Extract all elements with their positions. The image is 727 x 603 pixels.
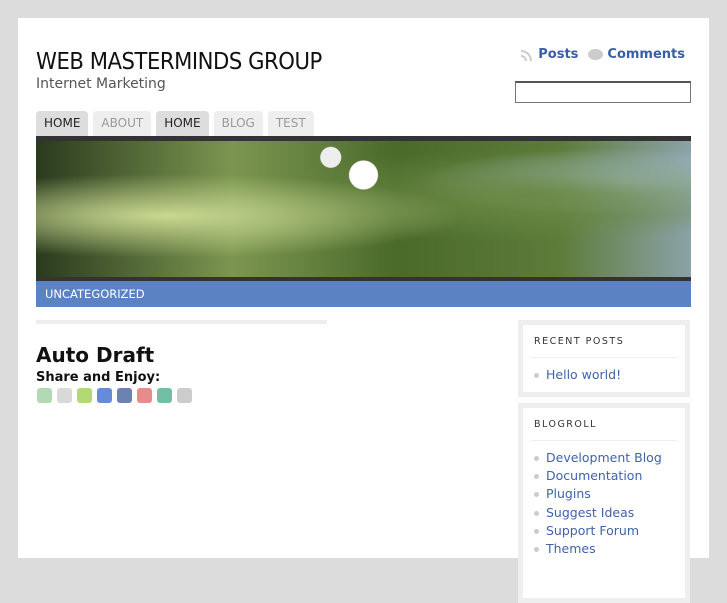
recent-post-link[interactable]: Hello world! [531,366,677,384]
blogroll-link[interactable]: Development Blog [531,449,677,467]
info-icon[interactable] [177,388,192,403]
print-icon[interactable] [37,388,52,403]
sphinn-icon[interactable] [77,388,92,403]
nav-about[interactable]: ABOUT [93,111,152,136]
widget-title: RECENT POSTS [531,333,677,358]
feed-links: Posts Comments [521,47,685,62]
search-input[interactable] [515,81,691,103]
blogroll-link[interactable]: Plugins [531,485,677,503]
widget-title: BLOGROLL [531,416,677,441]
comments-feed-label: Comments [607,47,685,62]
share-label: Share and Enjoy: [36,370,161,385]
main-nav: HOME ABOUT HOME BLOG TEST [36,111,314,136]
share-icons [37,388,192,403]
blogroll-link[interactable]: Documentation [531,467,677,485]
rss-icon [521,48,534,61]
posts-feed-label: Posts [538,47,579,62]
nav-test[interactable]: TEST [267,111,314,136]
header-image [36,136,691,281]
google-icon[interactable] [157,388,172,403]
post-title[interactable]: Auto Draft [36,343,154,367]
nav-home-2[interactable]: HOME [156,111,209,136]
category-bar[interactable]: UNCATEGORIZED [36,281,691,307]
comments-feed-link[interactable]: Comments [588,47,685,62]
facebook-icon[interactable] [117,388,132,403]
nav-blog[interactable]: BLOG [213,111,263,136]
blogroll-link[interactable]: Support Forum [531,522,677,540]
page: WEB MASTERMINDS GROUP Internet Marketing… [18,18,709,603]
mixx-icon[interactable] [137,388,152,403]
comment-bubble-icon [588,49,604,60]
digg-icon[interactable] [57,388,72,403]
divider [36,320,327,324]
blogroll-link[interactable]: Themes [531,540,677,558]
posts-feed-link[interactable]: Posts [521,47,578,62]
blogroll-link[interactable]: Suggest Ideas [531,504,677,522]
delicious-icon[interactable] [97,388,112,403]
blogroll-widget: BLOGROLL Development Blog Documentation … [518,403,690,603]
nav-home[interactable]: HOME [36,111,89,136]
recent-posts-widget: RECENT POSTS Hello world! [518,320,690,398]
site-title[interactable]: WEB MASTERMINDS GROUP [36,49,322,75]
site-tagline: Internet Marketing [36,76,166,92]
